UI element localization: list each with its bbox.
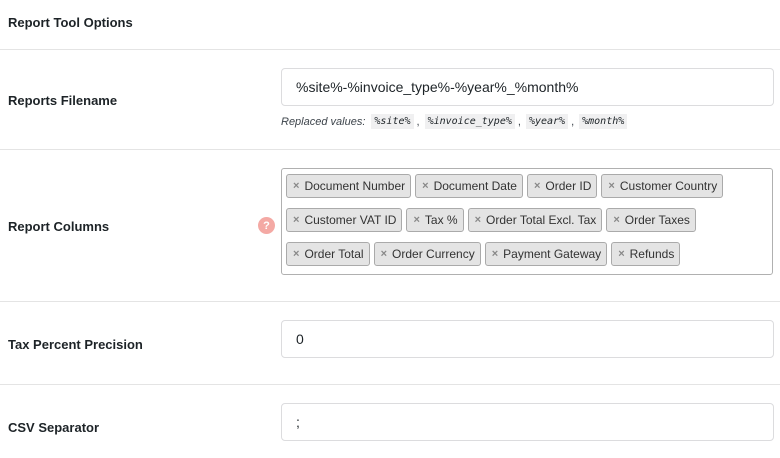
remove-tag-icon[interactable]: × [293, 214, 299, 226]
remove-tag-icon[interactable]: × [618, 248, 624, 260]
remove-tag-icon[interactable]: × [422, 180, 428, 192]
code-invoice-type: %invoice_type% [424, 114, 515, 129]
column-tag-label: Customer VAT ID [304, 213, 397, 227]
column-tag[interactable]: × Payment Gateway [484, 242, 608, 266]
remove-tag-icon[interactable]: × [608, 180, 614, 192]
column-tag[interactable]: × Order Total [286, 242, 370, 266]
hint-prefix: Replaced values: [281, 115, 366, 128]
report-columns-multiselect[interactable]: × Document Number × Document Date × Order ID ×… [281, 168, 773, 275]
replaced-values-hint: Replaced values: %site% , %invoice_type%… [281, 114, 630, 129]
column-tag-label: Document Number [304, 179, 406, 193]
remove-tag-icon[interactable]: × [475, 214, 481, 226]
remove-tag-icon[interactable]: × [492, 248, 498, 260]
column-tag[interactable]: × Order Total Excl. Tax [467, 208, 603, 232]
column-tag[interactable]: × Order ID [526, 174, 598, 198]
csv-separator-input[interactable] [281, 403, 774, 441]
column-tag[interactable]: × Tax % [406, 208, 464, 232]
remove-tag-icon[interactable]: × [293, 180, 299, 192]
code-year: %year% [525, 114, 569, 129]
column-tag-label: Order Taxes [624, 213, 690, 227]
column-tag-label: Tax % [424, 213, 458, 227]
column-tag-label: Document Date [433, 179, 517, 193]
divider [0, 384, 780, 385]
help-icon[interactable]: ? [258, 217, 275, 234]
selected-tags: × Document Number × Document Date × Order ID ×… [286, 173, 768, 275]
remove-tag-icon[interactable]: × [381, 248, 387, 260]
code-site: %site% [371, 114, 414, 129]
column-tag[interactable]: × Customer VAT ID [286, 208, 403, 232]
section-title: Report Tool Options [8, 15, 133, 30]
column-tag-label: Order Currency [392, 247, 475, 261]
column-tag[interactable]: × Order Currency [373, 242, 481, 266]
divider [0, 49, 780, 50]
divider [0, 149, 780, 150]
remove-tag-icon[interactable]: × [613, 214, 619, 226]
csv-separator-label: CSV Separator [8, 420, 100, 435]
divider [0, 301, 780, 302]
column-tag-label: Order ID [545, 179, 592, 193]
column-tag[interactable]: × Document Number [286, 174, 412, 198]
column-tag-label: Customer Country [619, 179, 718, 193]
column-tag[interactable]: × Customer Country [601, 174, 724, 198]
reports-filename-input[interactable] [281, 68, 774, 106]
column-tag[interactable]: × Refunds [611, 242, 681, 266]
tax-precision-input[interactable] [281, 320, 774, 358]
column-tag-label: Order Total [304, 247, 364, 261]
remove-tag-icon[interactable]: × [293, 248, 299, 260]
column-tag[interactable]: × Order Taxes [606, 208, 696, 232]
report-columns-label: Report Columns [8, 219, 110, 234]
hint-separator: , [517, 115, 521, 128]
tax-precision-label: Tax Percent Precision [8, 337, 143, 352]
column-tag-label: Refunds [629, 247, 675, 261]
code-month: %month% [579, 114, 628, 129]
remove-tag-icon[interactable]: × [413, 214, 419, 226]
hint-separator: , [416, 115, 420, 128]
column-tag-label: Order Total Excl. Tax [486, 213, 597, 227]
hint-separator: , [571, 115, 575, 128]
reports-filename-label: Reports Filename [8, 93, 118, 108]
report-tool-options-panel: Report Tool Options Reports Filename Rep… [0, 0, 780, 458]
column-tag[interactable]: × Document Date [415, 174, 523, 198]
column-tag-label: Payment Gateway [503, 247, 602, 261]
remove-tag-icon[interactable]: × [534, 180, 540, 192]
